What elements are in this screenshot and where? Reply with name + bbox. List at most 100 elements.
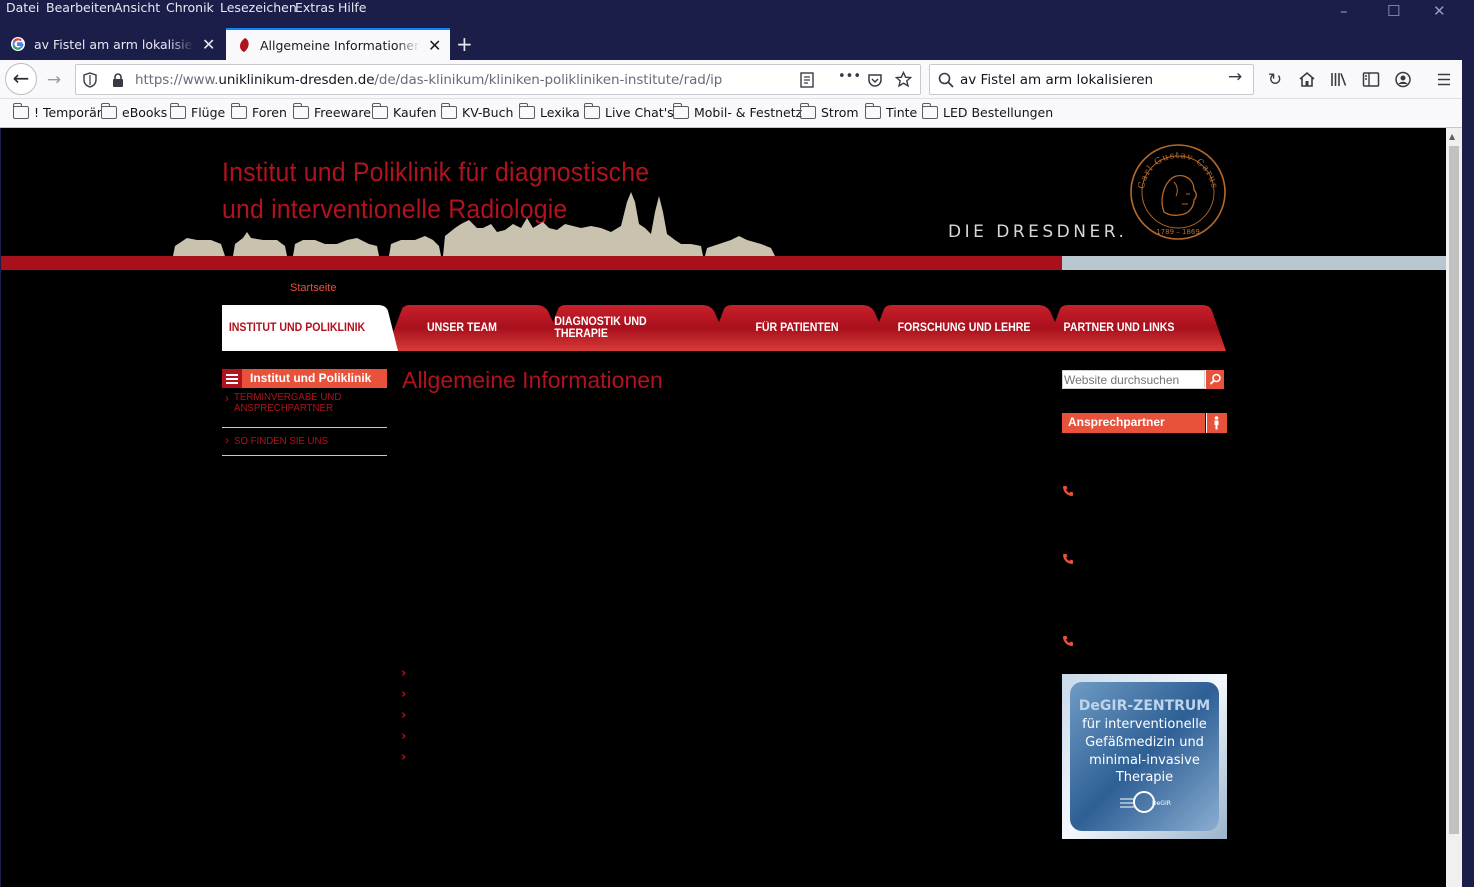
reader-view-icon[interactable] — [800, 72, 814, 88]
bookmark-label: eBooks — [122, 105, 168, 120]
nav-tab-forschung[interactable]: FORSCHUNG UND LEHRE — [894, 305, 1034, 351]
new-tab-icon[interactable]: + — [456, 28, 480, 60]
shield-icon[interactable] — [83, 72, 97, 88]
bookmark-label: ! Temporär — [34, 105, 102, 120]
maximize-icon[interactable]: ☐ — [1387, 2, 1400, 20]
brand-tagline[interactable]: DIE DRESDNER. — [948, 222, 1127, 242]
bookmark-label: LED Bestellungen — [943, 105, 1054, 120]
library-icon[interactable] — [1330, 71, 1348, 88]
go-arrow-icon[interactable]: → — [1228, 67, 1242, 87]
left-menu-title[interactable]: Institut und Poliklinik — [250, 371, 371, 385]
site-search-input[interactable] — [1062, 370, 1205, 389]
badge-line: Gefäßmedizin und — [1085, 735, 1204, 750]
badge-line: minimal-invasive — [1089, 753, 1200, 768]
svg-text:Carl Gustav Carus: Carl Gustav Carus — [1137, 151, 1219, 190]
sidebar-icon[interactable] — [1362, 71, 1380, 88]
institute-title-line1[interactable]: Institut und Poliklinik für diagnostisch… — [222, 157, 649, 188]
bookmark-folder[interactable]: Lexika — [518, 103, 580, 120]
close-icon[interactable]: ✕ — [428, 36, 441, 55]
folder-icon — [864, 103, 881, 119]
menu-bearbeiten[interactable]: Bearbeiten — [46, 0, 115, 15]
chevron-right-icon: › — [401, 708, 407, 723]
forward-button[interactable]: → — [42, 68, 66, 92]
scroll-up-icon[interactable]: ▲ — [1449, 132, 1455, 141]
bookmark-label: Kaufen — [393, 105, 437, 120]
left-menu-item-label: TERMINVERGABE UND ANSPRECHPARTNER — [234, 391, 342, 414]
tab-google-search[interactable]: av Fistel am arm lokalisieren - G ✕ — [0, 28, 224, 60]
bookmark-label: Tinte — [886, 105, 918, 120]
nav-tab-partner[interactable]: PARTNER UND LINKS — [1057, 305, 1180, 351]
menu-chronik[interactable]: Chronik — [166, 0, 214, 15]
chevron-right-icon: › — [401, 729, 407, 744]
bookmark-folder[interactable]: Flüge — [169, 103, 225, 120]
phone-icon — [1063, 554, 1073, 564]
left-menu-header[interactable]: Institut und Poliklinik — [222, 369, 387, 388]
account-icon[interactable] — [1394, 71, 1412, 88]
bookmark-label: Freeware — [314, 105, 371, 120]
bookmark-folder[interactable]: Tinte — [864, 103, 918, 120]
bookmark-folder[interactable]: Foren — [230, 103, 287, 120]
search-bar[interactable]: av Fistel am arm lokalisieren → — [929, 64, 1254, 95]
hamburger-menu-icon[interactable] — [1436, 72, 1452, 87]
header-red-stripe — [1, 256, 1062, 270]
home-icon[interactable] — [1298, 71, 1316, 88]
page-actions-icon[interactable]: ••• — [838, 69, 861, 84]
header-grey-stripe — [1062, 256, 1446, 270]
chevron-right-icon: › — [225, 391, 229, 405]
bookmark-folder[interactable]: eBooks — [100, 103, 168, 120]
badge-line: für interventionelle — [1082, 717, 1207, 732]
menu-hilfe[interactable]: Hilfe — [338, 0, 366, 15]
breadcrumb[interactable]: Startseite — [290, 282, 336, 294]
nav-tab-diagnostik[interactable]: DIAGNOSTIK UND THERAPIE — [554, 305, 701, 351]
url-bar[interactable]: https://www.uniklinikum-dresden.de/de/da… — [75, 64, 921, 95]
bookmark-folder[interactable]: LED Bestellungen — [921, 103, 1054, 120]
reload-icon[interactable]: ↻ — [1263, 68, 1287, 92]
vertical-scrollbar[interactable]: ▲ — [1446, 128, 1462, 887]
bookmark-folder[interactable]: Freeware — [292, 103, 371, 120]
url-text[interactable]: https://www.uniklinikum-dresden.de/de/da… — [135, 72, 722, 88]
bookmark-folder[interactable]: Kaufen — [371, 103, 437, 120]
bookmark-label: Mobil- & Festnetz — [694, 105, 803, 120]
bookmark-folder[interactable]: Mobil- & Festnetz — [672, 103, 803, 120]
nav-tab-unser-team[interactable]: UNSER TEAM — [398, 305, 527, 351]
lock-icon[interactable] — [112, 73, 124, 87]
web-page: Institut und Poliklinik für diagnostisch… — [0, 128, 1446, 887]
site-search-button[interactable] — [1205, 370, 1224, 389]
tab-bar: av Fistel am arm lokalisieren - G ✕ Allg… — [0, 28, 1474, 60]
menu-icon[interactable] — [222, 369, 242, 388]
main-navigation: INSTITUT UND POLIKLINIK UNSER TEAM DIAGN… — [222, 305, 1226, 351]
nav-tab-fuer-patienten[interactable]: FÜR PATIENTEN — [733, 305, 862, 351]
folder-icon — [12, 103, 29, 119]
menu-ansicht[interactable]: Ansicht — [114, 0, 160, 15]
carl-gustav-carus-seal[interactable]: Carl Gustav Carus 1789 – 1869 — [1128, 142, 1228, 242]
window-close-icon[interactable]: ✕ — [1433, 2, 1446, 20]
person-icon — [1206, 413, 1227, 433]
search-input[interactable]: av Fistel am arm lokalisieren — [960, 72, 1153, 88]
nav-tab-institut[interactable]: INSTITUT UND POLIKLINIK — [228, 305, 366, 351]
chevron-right-icon: › — [225, 433, 229, 447]
folder-icon — [672, 103, 689, 119]
menu-bar: Datei Bearbeiten Ansicht Chronik Lesezei… — [0, 0, 1474, 28]
menu-lesezeichen[interactable]: Lesezeichen — [220, 0, 297, 15]
menu-extras[interactable]: Extras — [295, 0, 335, 15]
bookmark-star-icon[interactable] — [895, 71, 912, 88]
back-button[interactable]: ← — [5, 63, 37, 95]
menu-datei[interactable]: Datei — [6, 0, 39, 15]
search-icon — [938, 72, 954, 88]
scrollbar-thumb[interactable] — [1449, 146, 1459, 834]
bookmarks-toolbar: ! Temporär eBooks Flüge Foren Freeware K… — [0, 99, 1462, 128]
tab-allgemeine-informationen[interactable]: Allgemeine Informationen — D ✕ — [226, 28, 450, 60]
degir-zentrum-badge[interactable]: DeGIR-ZENTRUM für interventionelle Gefäß… — [1062, 674, 1227, 839]
bookmark-folder[interactable]: ! Temporär — [12, 103, 102, 120]
left-menu-item-terminvergabe[interactable]: › TERMINVERGABE UND ANSPRECHPARTNER — [222, 391, 387, 428]
bookmark-folder[interactable]: Live Chat's — [583, 103, 674, 120]
bookmark-label: KV-Buch — [462, 105, 514, 120]
close-icon[interactable]: ✕ — [202, 35, 215, 54]
left-menu-item-so-finden[interactable]: › SO FINDEN SIE UNS — [222, 433, 387, 456]
bookmark-folder[interactable]: KV-Buch — [440, 103, 514, 120]
tab-title: Allgemeine Informationen — D — [260, 37, 420, 53]
minimize-icon[interactable]: – — [1340, 2, 1348, 20]
pocket-icon[interactable] — [867, 72, 883, 88]
window-frame — [1462, 28, 1474, 887]
bookmark-folder[interactable]: Strom — [799, 103, 859, 120]
